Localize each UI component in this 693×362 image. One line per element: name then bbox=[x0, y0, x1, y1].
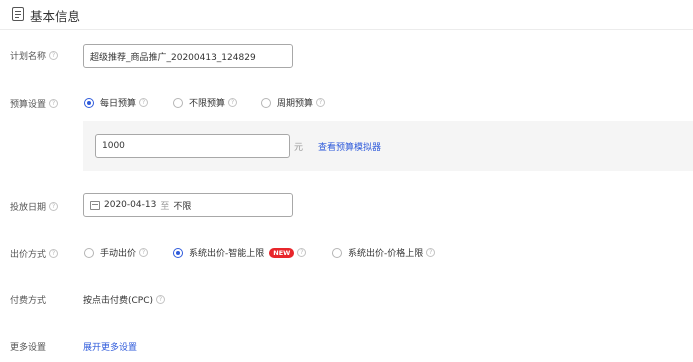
bidding-option-manual[interactable]: 手动出价? bbox=[84, 246, 149, 259]
schedule-label: 投放日期? bbox=[10, 200, 59, 213]
bidding-option-smart-cap[interactable]: 系统出价-智能上限 NEW? bbox=[173, 246, 307, 259]
budget-option-period[interactable]: 周期预算? bbox=[261, 96, 326, 109]
radio-selected-icon[interactable] bbox=[173, 247, 183, 258]
radio-selected-icon[interactable] bbox=[84, 97, 94, 108]
date-range-input[interactable]: 2020-04-13 至 不限 bbox=[83, 193, 293, 217]
radio-icon[interactable] bbox=[84, 247, 94, 258]
help-icon[interactable]: ? bbox=[139, 248, 149, 257]
currency-unit: 元 bbox=[294, 143, 304, 153]
bidding-label: 出价方式? bbox=[10, 247, 59, 260]
help-icon[interactable]: ? bbox=[49, 99, 59, 108]
more-settings-label: 更多设置 bbox=[10, 343, 47, 353]
budget-label: 预算设置? bbox=[10, 97, 59, 110]
radio-icon[interactable] bbox=[332, 247, 342, 258]
radio-icon[interactable] bbox=[173, 97, 183, 108]
section-header: 基本信息 bbox=[0, 0, 693, 30]
help-icon[interactable]: ? bbox=[49, 202, 59, 211]
help-icon[interactable]: ? bbox=[156, 295, 166, 304]
plan-name-input[interactable]: 超级推荐_商品推广_20200413_124829 bbox=[83, 44, 293, 68]
help-icon[interactable]: ? bbox=[49, 51, 59, 60]
budget-option-daily[interactable]: 每日预算? bbox=[84, 96, 149, 109]
new-badge: NEW bbox=[269, 247, 295, 258]
help-icon[interactable]: ? bbox=[139, 98, 149, 107]
plan-name-label: 计划名称? bbox=[10, 49, 59, 62]
payment-label: 付费方式 bbox=[10, 296, 47, 306]
expand-more-settings-link[interactable]: 展开更多设置 bbox=[83, 340, 137, 353]
help-icon[interactable]: ? bbox=[49, 249, 59, 258]
calendar-icon bbox=[90, 200, 100, 210]
bidding-option-price-cap[interactable]: 系统出价-价格上限? bbox=[332, 246, 436, 259]
section-title: 基本信息 bbox=[30, 9, 81, 24]
document-icon bbox=[12, 7, 24, 21]
help-icon[interactable]: ? bbox=[316, 98, 326, 107]
budget-amount-input[interactable]: 1000 bbox=[95, 134, 290, 158]
budget-simulator-link[interactable]: 查看预算模拟器 bbox=[318, 140, 381, 153]
payment-value: 按点击付费(CPC)? bbox=[83, 293, 166, 306]
help-icon[interactable]: ? bbox=[297, 248, 307, 257]
help-icon[interactable]: ? bbox=[228, 98, 238, 107]
help-icon[interactable]: ? bbox=[426, 248, 436, 257]
budget-option-unlimited[interactable]: 不限预算? bbox=[173, 96, 238, 109]
radio-icon[interactable] bbox=[261, 97, 271, 108]
